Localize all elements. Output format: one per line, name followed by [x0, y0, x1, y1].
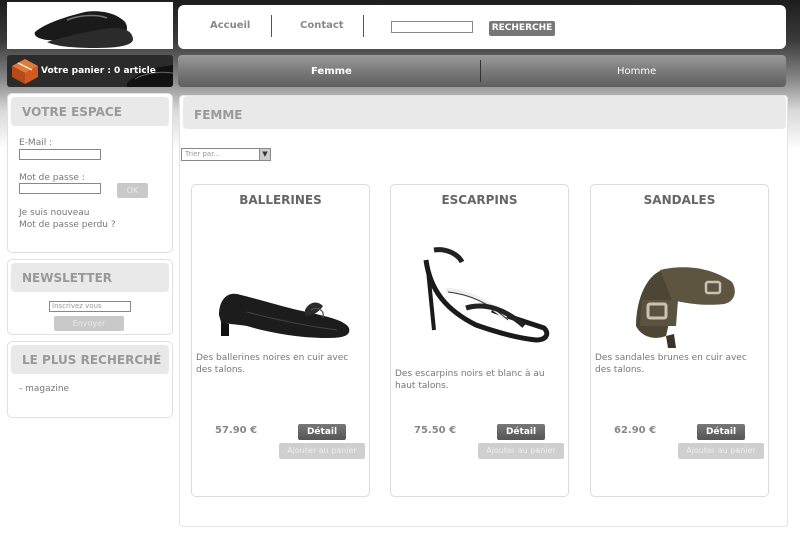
popular-panel: LE PLUS RECHERCHÉ - magazine	[7, 341, 173, 418]
product-name: ESCARPINS	[441, 193, 518, 207]
new-user-link[interactable]: Je suis nouveau	[19, 208, 90, 218]
login-ok-button[interactable]: OK	[117, 183, 148, 198]
newsletter-title: NEWSLETTER	[11, 263, 169, 292]
email-label: E-Mail :	[19, 138, 53, 148]
newsletter-email-input[interactable]: Inscrivez vous	[49, 301, 131, 312]
account-panel-title: VOTRE ESPACE	[11, 97, 169, 126]
newsletter-panel: NEWSLETTER Inscrivez vous Envoyer	[7, 259, 173, 335]
add-to-cart-button[interactable]: Ajouter au panier	[678, 443, 764, 459]
top-bar: Accueil Contact RECHERCHE	[178, 5, 786, 49]
product-price: 75.50 €	[414, 425, 457, 436]
email-field[interactable]	[19, 149, 101, 160]
nav-link-contact[interactable]: Contact	[300, 20, 344, 31]
account-panel: VOTRE ESPACE E-Mail : Mot de passe : OK …	[7, 93, 173, 253]
sort-select-value: Trier par...	[185, 150, 221, 158]
cart-bar[interactable]: Votre panier : 0 article	[7, 55, 173, 87]
add-to-cart-button[interactable]: Ajouter au panier	[279, 443, 365, 459]
sandal-shoe-image[interactable]	[606, 230, 756, 355]
tab-divider	[480, 60, 481, 82]
gender-nav: Femme Homme	[178, 55, 786, 87]
escarpin-shoe-image[interactable]	[406, 230, 556, 355]
popular-title: LE PLUS RECHERCHÉ	[11, 345, 169, 374]
nav-link-accueil[interactable]: Accueil	[210, 20, 250, 31]
product-name: SANDALES	[643, 193, 716, 207]
site-logo[interactable]	[7, 2, 173, 49]
product-description: Des sandales brunes en cuir avec des tal…	[595, 353, 747, 375]
newsletter-send-button[interactable]: Envoyer	[54, 316, 124, 331]
tab-homme[interactable]: Homme	[617, 66, 656, 77]
detail-button[interactable]: Détail	[497, 424, 545, 440]
popular-item-magazine[interactable]: - magazine	[19, 384, 69, 394]
product-description: Des ballerines noires en cuir avec des t…	[196, 353, 349, 375]
chevron-down-icon: ▼	[259, 149, 270, 160]
cart-label: Votre panier : 0 article	[41, 66, 156, 76]
product-card: ESCARPINS Des escarpins noirs et blanc à…	[390, 184, 569, 497]
ballerina-shoe-image[interactable]	[207, 230, 357, 355]
cart-box-icon	[12, 59, 38, 84]
nav-divider	[363, 15, 364, 37]
add-to-cart-button[interactable]: Ajouter au panier	[478, 443, 564, 459]
detail-button[interactable]: Détail	[697, 424, 745, 440]
product-name: BALLERINES	[239, 193, 322, 207]
shoes-logo-image	[7, 2, 173, 49]
password-label: Mot de passe :	[19, 173, 85, 183]
sort-select[interactable]: Trier par... ▼	[181, 148, 271, 161]
tab-femme[interactable]: Femme	[311, 66, 352, 77]
category-title: FEMME	[183, 96, 786, 129]
product-card: SANDALES Des sandales brunes en cuir ave…	[590, 184, 769, 497]
nav-divider	[271, 15, 272, 37]
password-field[interactable]	[19, 183, 101, 194]
product-price: 62.90 €	[614, 425, 657, 436]
product-card: BALLERINES Des ballerines noires en cuir…	[191, 184, 370, 497]
search-input[interactable]	[391, 21, 473, 33]
product-description: Des escarpins noirs et blanc à au haut t…	[395, 369, 545, 391]
product-price: 57.90 €	[215, 425, 258, 436]
search-button[interactable]: RECHERCHE	[489, 21, 555, 36]
detail-button[interactable]: Détail	[298, 424, 346, 440]
forgot-password-link[interactable]: Mot de passe perdu ?	[19, 220, 116, 230]
